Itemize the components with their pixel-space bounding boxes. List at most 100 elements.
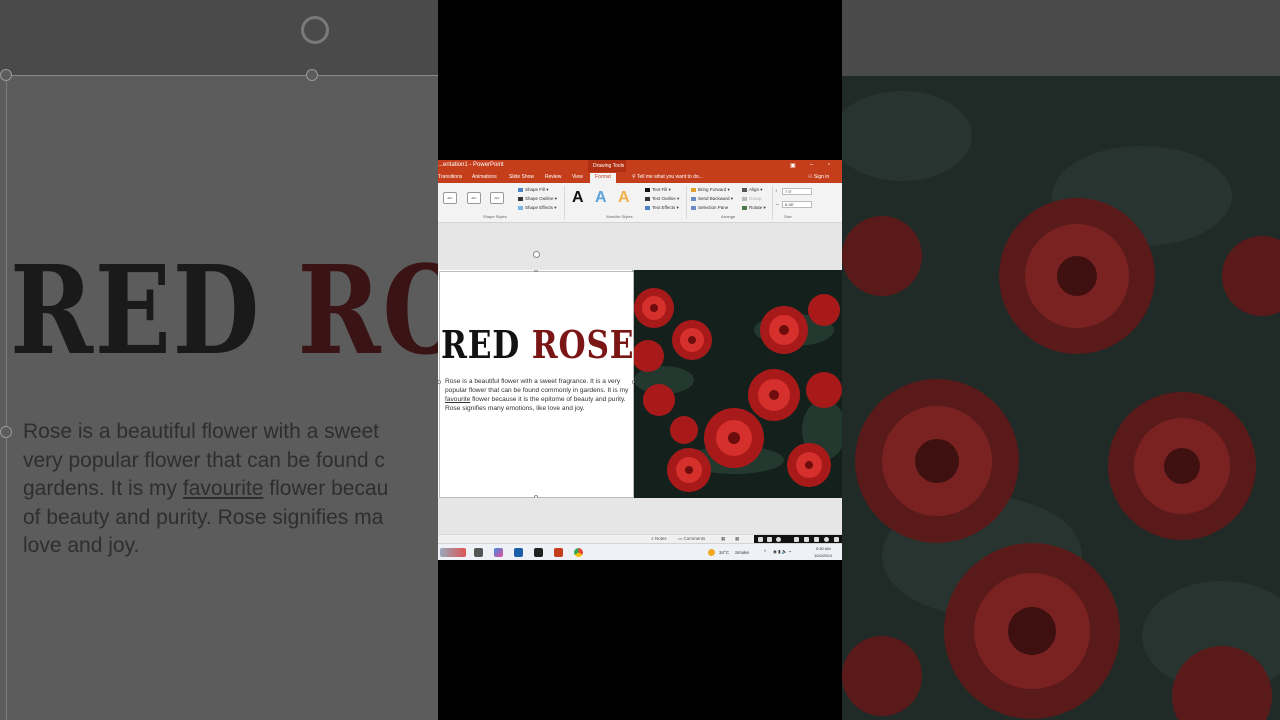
shape-effects-button[interactable]: Shape Effects ▾ [518, 205, 556, 211]
blurred-selection-border-left [6, 75, 7, 720]
slide-sorter-icon[interactable]: ▦ [735, 536, 739, 542]
blurred-background-left: RED RO Rose is a beautiful flower with a… [0, 0, 438, 720]
group-icon [742, 196, 747, 201]
wordart-preset-black[interactable]: A [572, 189, 584, 207]
group-button[interactable]: Group [742, 196, 762, 201]
ribbon-separator [564, 186, 565, 219]
record-icon[interactable] [776, 537, 781, 542]
ribbon-tabs: Transitions Animations Slide Show Review… [438, 172, 842, 183]
tray-chevron-icon[interactable]: ^ [764, 549, 766, 554]
selection-pane-icon [691, 205, 696, 210]
ribbon-display-icon[interactable]: ▣ [790, 162, 796, 169]
tell-me-search[interactable]: ⚲ Tell me what you want to do... [632, 174, 703, 180]
shape-styles-group-label: Shape Styles [483, 214, 507, 219]
comments-button[interactable]: ▭ Comments [678, 536, 705, 542]
status-bar: ≡ Notes ▭ Comments ▦ ▦ [438, 534, 842, 544]
resize-handle-bottom[interactable] [534, 495, 538, 498]
clock-date[interactable]: 10/4/2024 [814, 553, 832, 558]
blurred-ribbon-band [0, 0, 438, 76]
wordart-styles-group-label: WordArt Styles [606, 214, 633, 219]
search-highlight-icon[interactable] [440, 548, 466, 557]
store-icon[interactable] [514, 548, 523, 557]
maximize-icon[interactable]: ▫ [828, 162, 830, 168]
height-icon: ↕ [775, 188, 778, 193]
weather-desc[interactable]: Smoke [735, 550, 749, 555]
shape-style-preset-1[interactable]: Abc [443, 192, 457, 204]
editing-canvas[interactable]: RED ROSE Rose is a beautiful flower with… [438, 224, 842, 534]
bring-forward-button[interactable]: Bring Forward ▾ [691, 187, 730, 193]
shape-style-preset-3[interactable]: Abc [490, 192, 504, 204]
send-backward-button[interactable]: Send Backward ▾ [691, 196, 733, 202]
window-title: ...entation1 - PowerPoint [438, 162, 504, 168]
rotate-handle[interactable] [533, 251, 540, 258]
shape-fill-button[interactable]: Shape Fill ▾ [518, 187, 549, 193]
shape-outline-button[interactable]: Shape Outline ▾ [518, 196, 557, 202]
tray-icons[interactable]: ◉ ▮ 🔈 ⌁ [773, 549, 791, 555]
chrome-icon[interactable] [574, 548, 583, 557]
normal-view-icon[interactable]: ▦ [721, 536, 725, 542]
weather-temp[interactable]: 34°C [719, 550, 729, 555]
blurred-resize-handle [0, 69, 12, 81]
tab-review[interactable]: Review [545, 174, 561, 180]
slide[interactable]: RED ROSE Rose is a beautiful flower with… [438, 270, 842, 498]
speaker-icon[interactable] [794, 537, 799, 542]
format-ribbon: Abc Abc Abc Shape Fill ▾ Shape Outline ▾… [438, 183, 842, 223]
screen-recording: ...entation1 - PowerPoint Drawing Tools … [438, 0, 842, 720]
notes-button[interactable]: ≡ Notes [651, 536, 667, 541]
blurred-background-right [842, 0, 1280, 720]
title-bar: ...entation1 - PowerPoint Drawing Tools … [438, 160, 842, 172]
text-outline-button[interactable]: Text Outline ▾ [645, 196, 679, 202]
shape-height-input[interactable]: 7.5" [782, 188, 812, 195]
width-icon: ↔ [775, 201, 780, 206]
red-roses-photo[interactable] [634, 270, 842, 498]
tab-format[interactable]: Format [590, 173, 616, 183]
tab-view[interactable]: View [572, 174, 583, 180]
sign-in-link[interactable]: ⚇ Sign in [808, 174, 829, 180]
user-icon: ⚇ [808, 174, 813, 180]
stop-icon[interactable] [834, 537, 839, 542]
weather-icon [708, 549, 715, 556]
camera-icon[interactable] [767, 537, 772, 542]
paint-bucket-icon [518, 187, 523, 192]
tab-animations[interactable]: Animations [472, 174, 497, 180]
rotate-button[interactable]: Rotate ▾ [742, 205, 766, 211]
copilot-icon[interactable] [494, 548, 503, 557]
bring-forward-icon [691, 187, 696, 192]
text-fill-icon [645, 187, 650, 192]
recorder-icon[interactable] [758, 537, 763, 542]
clock-time[interactable]: 5:50 AM [816, 546, 831, 551]
shape-width-input[interactable]: 6.38" [782, 201, 812, 208]
blurred-resize-handle [0, 426, 12, 438]
align-button[interactable]: Align ▾ [742, 187, 763, 193]
blurred-slide [0, 76, 438, 720]
slide-title[interactable]: RED ROSE [441, 322, 634, 367]
wordart-preset-gold[interactable]: A [618, 189, 630, 207]
size-group-label: Size [784, 214, 792, 219]
wordart-preset-blue[interactable]: A [595, 189, 607, 207]
tab-transitions[interactable]: Transitions [438, 174, 462, 180]
minimize-icon[interactable]: – [810, 162, 813, 168]
ribbon-separator [772, 186, 773, 219]
slide-body-text[interactable]: Rose is a beautiful flower with a sweet … [445, 377, 635, 413]
powerpoint-icon[interactable] [554, 548, 563, 557]
video-frame: RED RO Rose is a beautiful flower with a… [0, 0, 1280, 720]
blurred-ribbon-band [842, 0, 1280, 76]
drawing-tools-label: Drawing Tools [593, 163, 625, 169]
shape-style-preset-2[interactable]: Abc [467, 192, 481, 204]
blurred-rotate-icon [301, 16, 329, 44]
task-view-icon[interactable] [474, 548, 483, 557]
effects-icon [518, 205, 523, 210]
pen-icon [518, 196, 523, 201]
capcut-icon[interactable] [534, 548, 543, 557]
text-effects-button[interactable]: Text Effects ▾ [645, 205, 679, 211]
selection-pane-button[interactable]: Selection Pane [691, 205, 728, 210]
tab-slide-show[interactable]: Slide Show [509, 174, 534, 180]
audio-icon[interactable] [814, 537, 819, 542]
settings-icon[interactable] [824, 537, 829, 542]
blurred-selection-border [6, 75, 438, 76]
mic-icon[interactable] [804, 537, 809, 542]
blurred-resize-handle [306, 69, 318, 81]
rotate-icon [742, 205, 747, 210]
text-fill-button[interactable]: Text Fill ▾ [645, 187, 671, 193]
powerpoint-window: ...entation1 - PowerPoint Drawing Tools … [438, 160, 842, 560]
